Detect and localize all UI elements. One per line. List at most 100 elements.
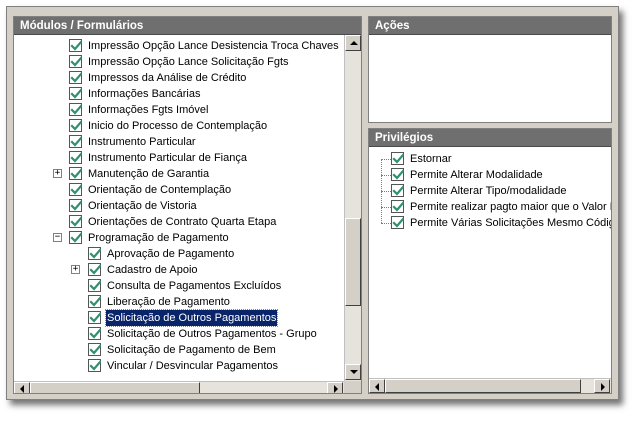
- scroll-left-button[interactable]: [14, 382, 30, 393]
- tree-item-label[interactable]: Solicitação de Outros Pagamentos - Grupo: [106, 326, 318, 342]
- tree-item-label[interactable]: Orientação de Vistoria: [87, 198, 198, 214]
- checkbox-checked[interactable]: [69, 87, 82, 100]
- tree-item-label[interactable]: Solicitação de Pagamento de Bem: [106, 342, 277, 358]
- collapse-icon[interactable]: −: [53, 233, 62, 242]
- tree-item-label[interactable]: Programação de Pagamento: [87, 230, 230, 246]
- checkbox-checked[interactable]: [69, 183, 82, 196]
- tree-item-label[interactable]: Cadastro de Apoio: [106, 262, 199, 278]
- tree-item[interactable]: Solicitação de Pagamento de Bem: [14, 342, 344, 358]
- tree-item[interactable]: Liberação de Pagamento: [14, 294, 344, 310]
- tree-item[interactable]: + Manutenção de Garantia: [14, 166, 344, 182]
- privilege-item[interactable]: Permite Várias Solicitações Mesmo Códig: [369, 215, 611, 231]
- checkbox-checked[interactable]: [88, 295, 101, 308]
- checkbox-checked[interactable]: [391, 168, 404, 181]
- tree-item-label[interactable]: Inicio do Processo de Contemplação: [87, 118, 268, 134]
- tree-item[interactable]: Instrumento Particular: [14, 134, 344, 150]
- tree-item-label[interactable]: Impressos da Análise de Crédito: [87, 70, 247, 86]
- privilege-item[interactable]: Permite Alterar Tipo/modalidade: [369, 183, 611, 199]
- checkmark-icon: [392, 201, 404, 212]
- tree-item-label[interactable]: Informações Bancárias: [87, 86, 202, 102]
- expand-icon[interactable]: +: [71, 265, 80, 274]
- checkbox-checked[interactable]: [69, 39, 82, 52]
- checkbox-checked[interactable]: [391, 184, 404, 197]
- tree-item[interactable]: Vincular / Desvincular Pagamentos: [14, 358, 344, 374]
- checkbox-checked[interactable]: [69, 199, 82, 212]
- scroll-up-button[interactable]: [345, 35, 361, 51]
- scroll-thumb[interactable]: [385, 379, 581, 393]
- modulos-vertical-scrollbar[interactable]: [344, 35, 361, 381]
- arrow-down-icon: [350, 370, 358, 374]
- checkbox-checked[interactable]: [88, 247, 101, 260]
- scroll-thumb[interactable]: [345, 218, 361, 306]
- checkbox-checked[interactable]: [69, 231, 82, 244]
- checkbox-checked[interactable]: [88, 359, 101, 372]
- tree-item-label[interactable]: Manutenção de Garantia: [87, 166, 210, 182]
- tree-item[interactable]: Inicio do Processo de Contemplação: [14, 118, 344, 134]
- arrow-up-icon: [350, 41, 358, 45]
- tree-item-label[interactable]: Consulta de Pagamentos Excluídos: [106, 278, 282, 294]
- tree-item-label[interactable]: Aprovação de Pagamento: [106, 246, 235, 262]
- checkbox-checked[interactable]: [69, 71, 82, 84]
- checkbox-checked[interactable]: [88, 311, 101, 324]
- tree-item-label[interactable]: Impressão Opção Lance Desistencia Troca …: [87, 38, 340, 54]
- tree-item[interactable]: Impressão Opção Lance Desistencia Troca …: [14, 38, 344, 54]
- tree-item[interactable]: Impressão Opção Lance Solicitação Fgts: [14, 54, 344, 70]
- tree-item[interactable]: Informações Fgts Imóvel: [14, 102, 344, 118]
- privilege-item-label[interactable]: Estornar: [409, 151, 453, 167]
- checkbox-checked[interactable]: [88, 263, 101, 276]
- tree-item[interactable]: − Programação de Pagamento: [14, 230, 344, 246]
- tree-item[interactable]: Orientações de Contrato Quarta Etapa: [14, 214, 344, 230]
- scroll-down-button[interactable]: [345, 364, 361, 380]
- checkbox-checked[interactable]: [391, 200, 404, 213]
- checkbox-checked[interactable]: [69, 103, 82, 116]
- privilege-item[interactable]: Permite realizar pagto maior que o Valor…: [369, 199, 611, 215]
- scroll-right-button[interactable]: [327, 382, 343, 393]
- privilege-item[interactable]: Permite Alterar Modalidade: [369, 167, 611, 183]
- checkbox-checked[interactable]: [88, 279, 101, 292]
- tree-item[interactable]: Consulta de Pagamentos Excluídos: [14, 278, 344, 294]
- checkbox-checked[interactable]: [391, 216, 404, 229]
- checkbox-checked[interactable]: [69, 151, 82, 164]
- tree-item[interactable]: Orientação de Vistoria: [14, 198, 344, 214]
- tree-item-label[interactable]: Instrumento Particular de Fiança: [87, 150, 248, 166]
- tree-item-label[interactable]: Orientação de Contemplação: [87, 182, 232, 198]
- checkbox-checked[interactable]: [69, 215, 82, 228]
- tree-item[interactable]: Solicitação de Outros Pagamentos - Grupo: [14, 326, 344, 342]
- scroll-left-button[interactable]: [369, 379, 385, 393]
- tree-item-label[interactable]: Solicitação de Outros Pagamentos: [104, 309, 279, 327]
- checkbox-checked[interactable]: [88, 343, 101, 356]
- modulos-panel: Módulos / Formulários Impressão Opção La…: [13, 16, 362, 394]
- checkmark-icon: [89, 264, 101, 275]
- tree-item[interactable]: + Cadastro de Apoio: [14, 262, 344, 278]
- tree-item-label[interactable]: Liberação de Pagamento: [106, 294, 231, 310]
- checkmark-icon: [89, 360, 101, 371]
- tree-item-label[interactable]: Impressão Opção Lance Solicitação Fgts: [87, 54, 290, 70]
- tree-item-label[interactable]: Vincular / Desvincular Pagamentos: [106, 358, 279, 374]
- modulos-horizontal-scrollbar[interactable]: [14, 381, 344, 393]
- tree-item[interactable]: Impressos da Análise de Crédito: [14, 70, 344, 86]
- checkbox-checked[interactable]: [69, 55, 82, 68]
- tree-item[interactable]: Instrumento Particular de Fiança: [14, 150, 344, 166]
- privilege-item-label[interactable]: Permite Várias Solicitações Mesmo Códig: [409, 215, 611, 231]
- scroll-thumb[interactable]: [30, 382, 200, 393]
- checkbox-checked[interactable]: [391, 152, 404, 165]
- scroll-right-button[interactable]: [594, 379, 610, 393]
- tree-item[interactable]: Informações Bancárias: [14, 86, 344, 102]
- expand-icon[interactable]: +: [53, 169, 62, 178]
- checkbox-checked[interactable]: [69, 119, 82, 132]
- tree-item[interactable]: Aprovação de Pagamento: [14, 246, 344, 262]
- privilegios-horizontal-scrollbar[interactable]: [369, 378, 611, 393]
- checkbox-checked[interactable]: [88, 327, 101, 340]
- privilege-item-label[interactable]: Permite Alterar Modalidade: [409, 167, 544, 183]
- tree-item-label[interactable]: Orientações de Contrato Quarta Etapa: [87, 214, 277, 230]
- tree-item-label[interactable]: Informações Fgts Imóvel: [87, 102, 209, 118]
- checkbox-checked[interactable]: [69, 167, 82, 180]
- tree-item[interactable]: Solicitação de Outros Pagamentos: [14, 309, 344, 327]
- privilege-item-label[interactable]: Permite realizar pagto maior que o Valor…: [409, 199, 611, 215]
- tree-item-label[interactable]: Instrumento Particular: [87, 134, 197, 150]
- tree-item[interactable]: Orientação de Contemplação: [14, 182, 344, 198]
- privilege-item-label[interactable]: Permite Alterar Tipo/modalidade: [409, 183, 568, 199]
- checkbox-checked[interactable]: [69, 135, 82, 148]
- privilege-item[interactable]: Estornar: [369, 151, 611, 167]
- checkmark-icon: [89, 248, 101, 259]
